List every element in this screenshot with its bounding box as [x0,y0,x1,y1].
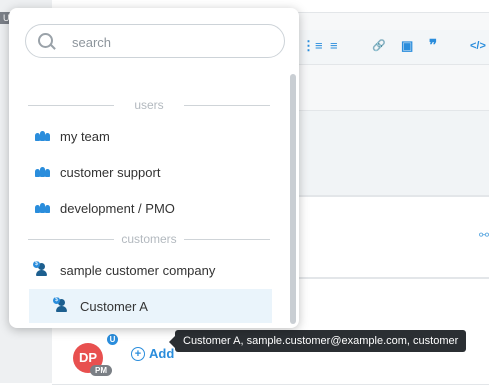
search-icon [38,33,53,48]
search-input[interactable] [70,25,274,59]
ordered-list-icon[interactable]: ⋮≡ [302,38,323,54]
team-icon [35,131,51,141]
list-item-label: Customer A [80,298,148,314]
list-item-label: development / PMO [60,200,175,216]
scrollbar[interactable] [290,74,296,324]
link-icon[interactable]: 🔗 [372,38,386,54]
list-item-sample-customer-company[interactable]: $ sample customer company [29,253,291,287]
role-badge: PM [90,365,112,376]
bullet-list-icon[interactable]: ≡ [330,38,338,54]
avatar-initials: DP [78,350,98,365]
plus-icon: + [131,346,145,361]
list-item-development-pmo[interactable]: development / PMO [29,191,291,225]
list-item-label: customer support [60,164,161,180]
image-icon[interactable]: ▣ [401,38,413,54]
list-item-customer-support[interactable]: customer support [29,155,291,189]
list-item-label: my team [60,128,110,144]
section-customers: customers [28,232,270,246]
add-button[interactable]: + Add [131,346,174,361]
customer-icon: $ [53,297,71,313]
mention-dropdown: users my team customer support developme… [9,8,299,328]
link-icon[interactable]: ⚯ [479,228,489,242]
user-badge: U [106,333,119,346]
list-item-label: sample customer company [60,262,216,278]
search-box[interactable] [25,24,285,59]
divider [184,239,270,240]
tooltip: Customer A, sample.customer@example.com,… [168,330,467,352]
quote-icon[interactable]: ❞ [429,38,437,54]
code-icon[interactable]: </> [470,38,486,54]
list-item-my-team[interactable]: my team [29,119,291,153]
team-icon [35,203,51,213]
divider [184,105,270,106]
section-users: users [28,98,270,112]
customer-company-icon: $ [33,261,51,277]
list-item-customer-a[interactable]: $ Customer A [29,289,272,323]
team-icon [35,167,51,177]
add-label: Add [149,346,175,361]
